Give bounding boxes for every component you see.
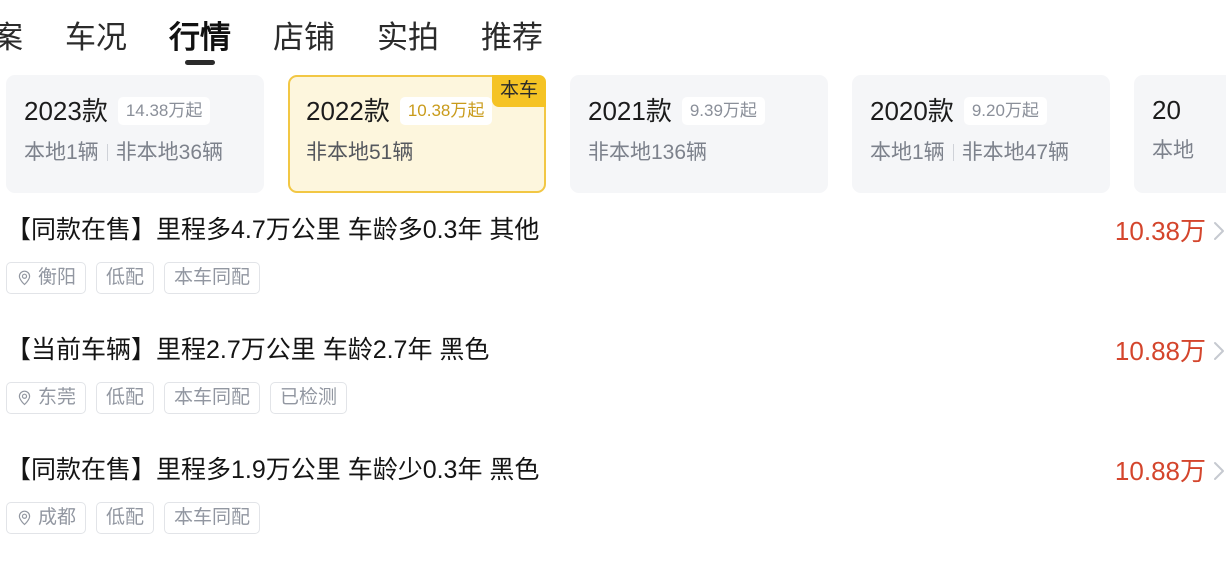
listing-price: 10.38万 — [1114, 216, 1206, 246]
local-count: 本地1辆 — [870, 141, 945, 164]
year-price-chip: 9.20万起 — [963, 97, 1047, 125]
year-price-chip: 10.38万起 — [399, 97, 493, 125]
listing-tag-line: 衡阳 低配 本车同配 — [6, 262, 1226, 294]
listing-price: 10.88万 — [1114, 336, 1206, 366]
nav-item-1[interactable]: 车况 — [44, 22, 148, 53]
local-count: 本地1辆 — [24, 141, 99, 164]
year-cards-strip[interactable]: 2023款 14.38万起 本地1辆 非本地36辆 2022款 10.38万起 非本地51辆… — [0, 75, 1226, 205]
year-card-header: 20 — [1152, 97, 1226, 123]
city-label: 衡阳 — [38, 267, 77, 288]
nav-item-3[interactable]: 店铺 — [252, 22, 356, 53]
year-card-2021-2[interactable]: 2021款 9.39万起非本地136辆 — [570, 75, 828, 193]
nav-item-label: 推荐 — [481, 20, 543, 55]
listing-row[interactable]: 【同款在售】里程多4.7万公里 车龄多0.3年 其他衡阳 低配 本车同配 10.38万 — [6, 205, 1226, 325]
listing-row[interactable]: 【同款在售】里程多1.9万公里 车龄少0.3年 黑色成都 低配 本车同配 10.88万 — [6, 445, 1226, 565]
year-stock-line: 本地1辆 非本地47辆 — [870, 142, 1094, 163]
nonlocal-count: 非本地51辆 — [306, 141, 414, 164]
location-pin-icon — [16, 269, 33, 286]
year-card-2020-3[interactable]: 2020款 9.20万起 本地1辆 非本地47辆 — [852, 75, 1110, 193]
year-card-2022-1[interactable]: 2022款 10.38万起非本地51辆 本车 — [288, 75, 546, 193]
year-card-2023-0[interactable]: 2023款 14.38万起 本地1辆 非本地36辆 — [6, 75, 264, 193]
nav-item-5[interactable]: 推荐 — [460, 22, 564, 53]
year-stock-line: 本地 — [1152, 140, 1226, 161]
city-label: 成都 — [38, 507, 77, 528]
listing-tag-line: 东莞 低配 本车同配 已检测 — [6, 382, 1226, 414]
stock-separator — [952, 144, 954, 161]
nav-item-4[interactable]: 实拍 — [356, 22, 460, 53]
chevron-right-icon — [1212, 219, 1226, 243]
year-label: 2021款 — [588, 96, 672, 126]
listing-title: 【同款在售】里程多4.7万公里 车龄多0.3年 其他 — [6, 216, 540, 244]
listing-title: 【同款在售】里程多1.9万公里 车龄少0.3年 黑色 — [6, 456, 540, 484]
attribute-tag[interactable]: 本车同配 — [164, 262, 261, 294]
year-stock-line: 本地1辆 非本地36辆 — [24, 142, 248, 163]
nonlocal-count: 非本地47辆 — [961, 141, 1070, 164]
city-tag[interactable]: 东莞 — [6, 382, 87, 414]
nav-item-label: 行情 — [169, 20, 231, 55]
year-stock-line: 非本地136辆 — [588, 142, 812, 163]
listing-price: 10.88万 — [1114, 456, 1206, 486]
attribute-tag[interactable]: 低配 — [96, 382, 155, 414]
attribute-tag[interactable]: 低配 — [96, 502, 155, 534]
nav-item-label: 实拍 — [377, 20, 439, 55]
year-price-chip: 9.39万起 — [681, 97, 765, 125]
attribute-tag[interactable]: 本车同配 — [164, 382, 261, 414]
nonlocal-count: 非本地136辆 — [588, 141, 708, 164]
location-pin-icon — [16, 389, 33, 406]
nav-item-0[interactable]: 案 — [0, 22, 44, 53]
year-card-header: 2023款 14.38万起 — [24, 97, 248, 125]
chevron-right-icon — [1212, 459, 1226, 483]
listing-list: 【同款在售】里程多4.7万公里 车龄多0.3年 其他 衡阳 低配 本车同配 10.38万… — [0, 205, 1226, 565]
year-stock-line: 非本地51辆 — [306, 142, 530, 163]
stock-separator — [106, 144, 108, 161]
year-card-header: 2021款 9.39万起 — [588, 97, 812, 125]
nav-item-label: 案 — [0, 20, 23, 55]
chevron-right-icon — [1212, 339, 1226, 363]
location-pin-icon — [16, 509, 33, 526]
nav-item-2[interactable]: 行情 — [148, 20, 252, 65]
current-car-badge: 本车 — [491, 75, 546, 107]
listing-price-area[interactable]: 10.88万 — [1115, 338, 1226, 364]
attribute-tag[interactable]: 低配 — [96, 262, 155, 294]
nav-item-label: 店铺 — [273, 20, 335, 55]
year-price-chip: 14.38万起 — [117, 97, 211, 125]
year-label: 2022款 — [306, 96, 390, 126]
listing-tag-line: 成都 低配 本车同配 — [6, 502, 1226, 534]
city-label: 东莞 — [38, 387, 77, 408]
attribute-tag[interactable]: 本车同配 — [164, 502, 261, 534]
listing-price-area[interactable]: 10.88万 — [1115, 458, 1226, 484]
nav-item-label: 车况 — [65, 20, 127, 55]
listing-price-area[interactable]: 10.38万 — [1115, 218, 1226, 244]
listing-row[interactable]: 【当前车辆】里程2.7万公里 车龄2.7年 黑色东莞 低配 本车同配 已检测 10.88… — [6, 325, 1226, 445]
year-label: 2020款 — [870, 96, 954, 126]
year-label: 2023款 — [24, 96, 108, 126]
year-card-header: 2020款 9.20万起 — [870, 97, 1094, 125]
attribute-tag[interactable]: 已检测 — [270, 382, 348, 414]
local-count: 本地 — [1152, 139, 1194, 162]
top-nav: 案 车况 行情 店铺 实拍 推荐 — [0, 0, 1226, 75]
city-tag[interactable]: 衡阳 — [6, 262, 87, 294]
nav-active-underline — [185, 60, 215, 65]
year-card-20-4[interactable]: 20 本地 — [1134, 75, 1226, 193]
city-tag[interactable]: 成都 — [6, 502, 87, 534]
nonlocal-count: 非本地36辆 — [115, 141, 224, 164]
year-label: 20 — [1152, 95, 1181, 125]
listing-title: 【当前车辆】里程2.7万公里 车龄2.7年 黑色 — [6, 336, 490, 364]
